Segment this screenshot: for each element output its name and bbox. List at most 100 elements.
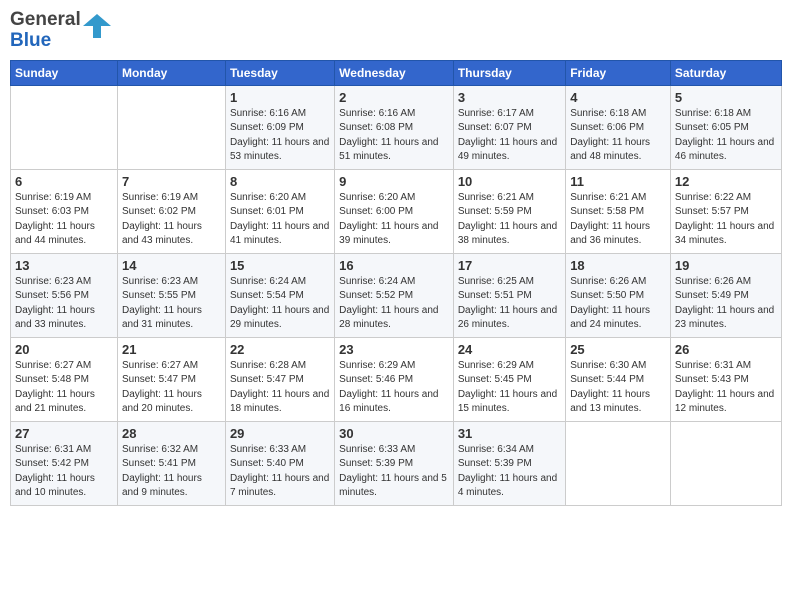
calendar-cell: [117, 85, 225, 169]
calendar-cell: 13 Sunrise: 6:23 AMSunset: 5:56 PMDayligh…: [11, 253, 118, 337]
day-info: Sunrise: 6:19 AMSunset: 6:02 PMDaylight:…: [122, 191, 221, 249]
weekday-header-tuesday: Tuesday: [225, 60, 334, 85]
calendar-cell: 23 Sunrise: 6:29 AMSunset: 5:46 PMDayligh…: [335, 337, 454, 421]
day-info: Sunrise: 6:20 AMSunset: 6:01 PMDaylight:…: [230, 191, 330, 249]
calendar-cell: [11, 85, 118, 169]
day-info: Sunrise: 6:21 AMSunset: 5:59 PMDaylight:…: [458, 191, 561, 249]
week-row-5: 27 Sunrise: 6:31 AMSunset: 5:42 PMDayligh…: [11, 421, 782, 505]
calendar-cell: 8Sunrise: 6:20 AMSunset: 6:01 PMDaylight…: [225, 169, 334, 253]
week-row-4: 20Sunrise: 6:27 AMSunset: 5:48 PMDayligh…: [11, 337, 782, 421]
day-info: Sunrise: 6:21 AMSunset: 5:58 PMDaylight:…: [570, 191, 666, 249]
logo-general-text: General: [10, 10, 81, 31]
calendar-cell: 31 Sunrise: 6:34 AMSunset: 5:39 PMDayligh…: [453, 421, 565, 505]
calendar-cell: 5 Sunrise: 6:18 AMSunset: 6:05 PMDaylight…: [670, 85, 781, 169]
day-info: Sunrise: 6:24 AMSunset: 5:52 PMDaylight:…: [339, 275, 449, 333]
day-number: 28: [122, 426, 221, 441]
calendar-cell: 7 Sunrise: 6:19 AMSunset: 6:02 PMDaylight…: [117, 169, 225, 253]
day-info: Sunrise: 6:23 AMSunset: 5:56 PMDaylight:…: [15, 275, 113, 333]
calendar-cell: 2Sunrise: 6:16 AMSunset: 6:08 PMDaylight…: [335, 85, 454, 169]
day-info: Sunrise: 6:24 AMSunset: 5:54 PMDaylight:…: [230, 275, 330, 333]
day-info: Sunrise: 6:17 AMSunset: 6:07 PMDaylight:…: [458, 107, 561, 165]
day-info: Sunrise: 6:22 AMSunset: 5:57 PMDaylight:…: [675, 191, 777, 249]
day-number: 19: [675, 258, 777, 273]
day-number: 27: [15, 426, 113, 441]
day-info: Sunrise: 6:28 AMSunset: 5:47 PMDaylight:…: [230, 359, 330, 417]
logo: General Blue: [10, 10, 111, 52]
logo-arrow-icon: [83, 12, 111, 40]
day-number: 13: [15, 258, 113, 273]
day-info: Sunrise: 6:19 AMSunset: 6:03 PMDaylight:…: [15, 191, 113, 249]
day-info: Sunrise: 6:29 AMSunset: 5:45 PMDaylight:…: [458, 359, 561, 417]
weekday-header-wednesday: Wednesday: [335, 60, 454, 85]
day-number: 26: [675, 342, 777, 357]
day-number: 3: [458, 90, 561, 105]
calendar-cell: [670, 421, 781, 505]
day-number: 31: [458, 426, 561, 441]
day-info: Sunrise: 6:23 AMSunset: 5:55 PMDaylight:…: [122, 275, 221, 333]
day-number: 2: [339, 90, 449, 105]
day-number: 22: [230, 342, 330, 357]
day-info: Sunrise: 6:18 AMSunset: 6:05 PMDaylight:…: [675, 107, 777, 165]
day-info: Sunrise: 6:26 AMSunset: 5:50 PMDaylight:…: [570, 275, 666, 333]
day-info: Sunrise: 6:33 AMSunset: 5:39 PMDaylight:…: [339, 443, 449, 501]
day-number: 24: [458, 342, 561, 357]
calendar-cell: 4Sunrise: 6:18 AMSunset: 6:06 PMDaylight…: [566, 85, 671, 169]
calendar-cell: 26 Sunrise: 6:31 AMSunset: 5:43 PMDayligh…: [670, 337, 781, 421]
calendar-cell: 27 Sunrise: 6:31 AMSunset: 5:42 PMDayligh…: [11, 421, 118, 505]
calendar-cell: 1Sunrise: 6:16 AMSunset: 6:09 PMDaylight…: [225, 85, 334, 169]
weekday-header-thursday: Thursday: [453, 60, 565, 85]
day-info: Sunrise: 6:26 AMSunset: 5:49 PMDaylight:…: [675, 275, 777, 333]
day-info: Sunrise: 6:32 AMSunset: 5:41 PMDaylight:…: [122, 443, 221, 501]
calendar-cell: 18Sunrise: 6:26 AMSunset: 5:50 PMDayligh…: [566, 253, 671, 337]
day-number: 21: [122, 342, 221, 357]
calendar-table: SundayMondayTuesdayWednesdayThursdayFrid…: [10, 60, 782, 506]
day-info: Sunrise: 6:18 AMSunset: 6:06 PMDaylight:…: [570, 107, 666, 165]
calendar-cell: 21 Sunrise: 6:27 AMSunset: 5:47 PMDayligh…: [117, 337, 225, 421]
day-number: 9: [339, 174, 449, 189]
day-info: Sunrise: 6:27 AMSunset: 5:48 PMDaylight:…: [15, 359, 113, 417]
day-info: Sunrise: 6:29 AMSunset: 5:46 PMDaylight:…: [339, 359, 449, 417]
day-number: 6: [15, 174, 113, 189]
day-number: 1: [230, 90, 330, 105]
calendar-cell: 24 Sunrise: 6:29 AMSunset: 5:45 PMDayligh…: [453, 337, 565, 421]
day-info: Sunrise: 6:30 AMSunset: 5:44 PMDaylight:…: [570, 359, 666, 417]
day-info: Sunrise: 6:31 AMSunset: 5:43 PMDaylight:…: [675, 359, 777, 417]
day-number: 29: [230, 426, 330, 441]
calendar-cell: 10 Sunrise: 6:21 AMSunset: 5:59 PMDayligh…: [453, 169, 565, 253]
day-info: Sunrise: 6:31 AMSunset: 5:42 PMDaylight:…: [15, 443, 113, 501]
day-number: 30: [339, 426, 449, 441]
calendar-cell: 6 Sunrise: 6:19 AMSunset: 6:03 PMDaylight…: [11, 169, 118, 253]
weekday-header-saturday: Saturday: [670, 60, 781, 85]
weekday-header-sunday: Sunday: [11, 60, 118, 85]
day-info: Sunrise: 6:33 AMSunset: 5:40 PMDaylight:…: [230, 443, 330, 501]
calendar-cell: 16 Sunrise: 6:24 AMSunset: 5:52 PMDayligh…: [335, 253, 454, 337]
calendar-cell: 3 Sunrise: 6:17 AMSunset: 6:07 PMDaylight…: [453, 85, 565, 169]
day-number: 5: [675, 90, 777, 105]
day-info: Sunrise: 6:25 AMSunset: 5:51 PMDaylight:…: [458, 275, 561, 333]
day-number: 23: [339, 342, 449, 357]
logo-blue-text: Blue: [10, 31, 81, 52]
week-row-2: 6 Sunrise: 6:19 AMSunset: 6:03 PMDaylight…: [11, 169, 782, 253]
day-number: 7: [122, 174, 221, 189]
calendar-cell: 20Sunrise: 6:27 AMSunset: 5:48 PMDayligh…: [11, 337, 118, 421]
day-info: Sunrise: 6:34 AMSunset: 5:39 PMDaylight:…: [458, 443, 561, 501]
day-number: 10: [458, 174, 561, 189]
calendar-cell: 9 Sunrise: 6:20 AMSunset: 6:00 PMDaylight…: [335, 169, 454, 253]
day-number: 16: [339, 258, 449, 273]
calendar-cell: 29 Sunrise: 6:33 AMSunset: 5:40 PMDayligh…: [225, 421, 334, 505]
calendar-cell: 30 Sunrise: 6:33 AMSunset: 5:39 PMDayligh…: [335, 421, 454, 505]
day-number: 14: [122, 258, 221, 273]
day-number: 12: [675, 174, 777, 189]
day-info: Sunrise: 6:27 AMSunset: 5:47 PMDaylight:…: [122, 359, 221, 417]
day-number: 15: [230, 258, 330, 273]
calendar-cell: 25 Sunrise: 6:30 AMSunset: 5:44 PMDayligh…: [566, 337, 671, 421]
week-row-3: 13 Sunrise: 6:23 AMSunset: 5:56 PMDayligh…: [11, 253, 782, 337]
day-info: Sunrise: 6:20 AMSunset: 6:00 PMDaylight:…: [339, 191, 449, 249]
calendar-cell: 28 Sunrise: 6:32 AMSunset: 5:41 PMDayligh…: [117, 421, 225, 505]
calendar-cell: [566, 421, 671, 505]
calendar-cell: 14 Sunrise: 6:23 AMSunset: 5:55 PMDayligh…: [117, 253, 225, 337]
logo-lockup: General Blue: [10, 10, 111, 52]
day-number: 25: [570, 342, 666, 357]
calendar-cell: 22 Sunrise: 6:28 AMSunset: 5:47 PMDayligh…: [225, 337, 334, 421]
calendar-cell: 15 Sunrise: 6:24 AMSunset: 5:54 PMDayligh…: [225, 253, 334, 337]
